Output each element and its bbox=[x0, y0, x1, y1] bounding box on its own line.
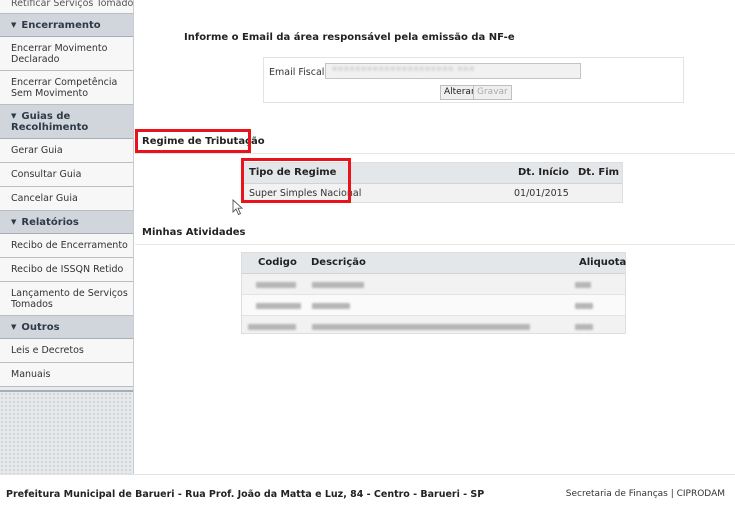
sidebar-section-label: Outros bbox=[21, 322, 60, 333]
col-dt-inicio: Dt. Início bbox=[518, 167, 569, 178]
divider bbox=[135, 153, 735, 154]
sidebar-item-cancelar-guia[interactable]: Cancelar Guia bbox=[0, 187, 133, 211]
sidebar-item-consultar-guia[interactable]: Consultar Guia bbox=[0, 163, 133, 187]
sidebar-item-recibo-issqn[interactable]: Recibo de ISSQN Retido bbox=[0, 258, 133, 282]
sidebar-section-label: Guias de Recolhimento bbox=[11, 111, 89, 133]
atividades-table: Codigo Descrição Aliquota bbox=[241, 252, 626, 334]
main-content: Informe o Email da área responsável pela… bbox=[135, 0, 735, 474]
email-section-title: Informe o Email da área responsável pela… bbox=[184, 32, 515, 43]
table-row bbox=[242, 295, 625, 316]
atividades-section-title: Minhas Atividades bbox=[142, 227, 246, 238]
sidebar-filler bbox=[0, 390, 133, 474]
sidebar-item-gerar-guia[interactable]: Gerar Guia bbox=[0, 139, 133, 163]
mouse-cursor-icon bbox=[232, 199, 244, 216]
email-form: Email Fiscal: ••••••••••••••••••••• ••• … bbox=[263, 57, 684, 103]
redacted-cell bbox=[575, 303, 593, 309]
footer: Prefeitura Municipal de Barueri - Rua Pr… bbox=[0, 474, 735, 508]
sidebar-menu: Retificar Serviços Tomados ▼ Encerramento… bbox=[0, 0, 134, 474]
cell-dt-inicio: 01/01/2015 bbox=[514, 188, 569, 199]
redacted-cell bbox=[312, 282, 364, 288]
col-codigo: Codigo bbox=[258, 257, 297, 268]
chevron-down-icon: ▼ bbox=[11, 21, 17, 29]
footer-credits: Secretaria de Finanças | CIPRODAM bbox=[565, 489, 725, 499]
highlight-box-regime-cell bbox=[241, 158, 351, 203]
sidebar-item-encerrar-movimento[interactable]: Encerrar Movimento Declarado bbox=[0, 37, 133, 71]
redacted-cell bbox=[312, 303, 350, 309]
footer-address: Prefeitura Municipal de Barueri - Rua Pr… bbox=[6, 489, 485, 500]
sidebar-item-recibo-encerramento[interactable]: Recibo de Encerramento bbox=[0, 234, 133, 258]
redacted-cell bbox=[248, 324, 296, 330]
sidebar-item-encerrar-competencia[interactable]: Encerrar Competência Sem Movimento bbox=[0, 71, 133, 105]
atividades-table-header: Codigo Descrição Aliquota bbox=[242, 253, 627, 274]
highlight-box-regime-title bbox=[135, 129, 251, 153]
col-dt-fim: Dt. Fim bbox=[578, 167, 620, 178]
sidebar-section-encerramento[interactable]: ▼ Encerramento bbox=[0, 14, 133, 37]
table-row bbox=[242, 316, 625, 337]
sidebar-item-manuais[interactable]: Manuais bbox=[0, 363, 133, 387]
col-descricao: Descrição bbox=[311, 257, 366, 268]
redacted-cell bbox=[312, 324, 530, 330]
chevron-down-icon: ▼ bbox=[11, 218, 17, 226]
redacted-cell bbox=[256, 303, 301, 309]
table-row bbox=[242, 274, 625, 295]
sidebar-section-label: Relatórios bbox=[21, 217, 79, 228]
col-aliquota: Aliquota bbox=[579, 257, 627, 268]
sidebar-item-lancamento-servicos[interactable]: Lançamento de Serviços Tomados bbox=[0, 282, 133, 316]
email-fiscal-label: Email Fiscal: bbox=[269, 67, 328, 78]
gravar-button[interactable]: Gravar bbox=[473, 85, 512, 100]
sidebar-section-label: Encerramento bbox=[21, 20, 101, 31]
email-value: ••••••••••••••••••••• ••• bbox=[332, 65, 475, 75]
redacted-cell bbox=[575, 282, 591, 288]
sidebar-item-retificar-servicos-tomados[interactable]: Retificar Serviços Tomados bbox=[0, 0, 133, 14]
sidebar-section-guias[interactable]: ▼ Guias de Recolhimento bbox=[0, 105, 133, 139]
divider bbox=[135, 244, 735, 245]
chevron-down-icon: ▼ bbox=[11, 323, 17, 331]
redacted-cell bbox=[575, 324, 593, 330]
redacted-cell bbox=[256, 282, 296, 288]
email-fiscal-input[interactable]: ••••••••••••••••••••• ••• bbox=[325, 63, 581, 79]
sidebar-section-relatorios[interactable]: ▼ Relatórios bbox=[0, 211, 133, 234]
sidebar-section-outros[interactable]: ▼ Outros bbox=[0, 316, 133, 339]
sidebar-item-leis-decretos[interactable]: Leis e Decretos bbox=[0, 339, 133, 363]
chevron-down-icon: ▼ bbox=[11, 112, 17, 120]
